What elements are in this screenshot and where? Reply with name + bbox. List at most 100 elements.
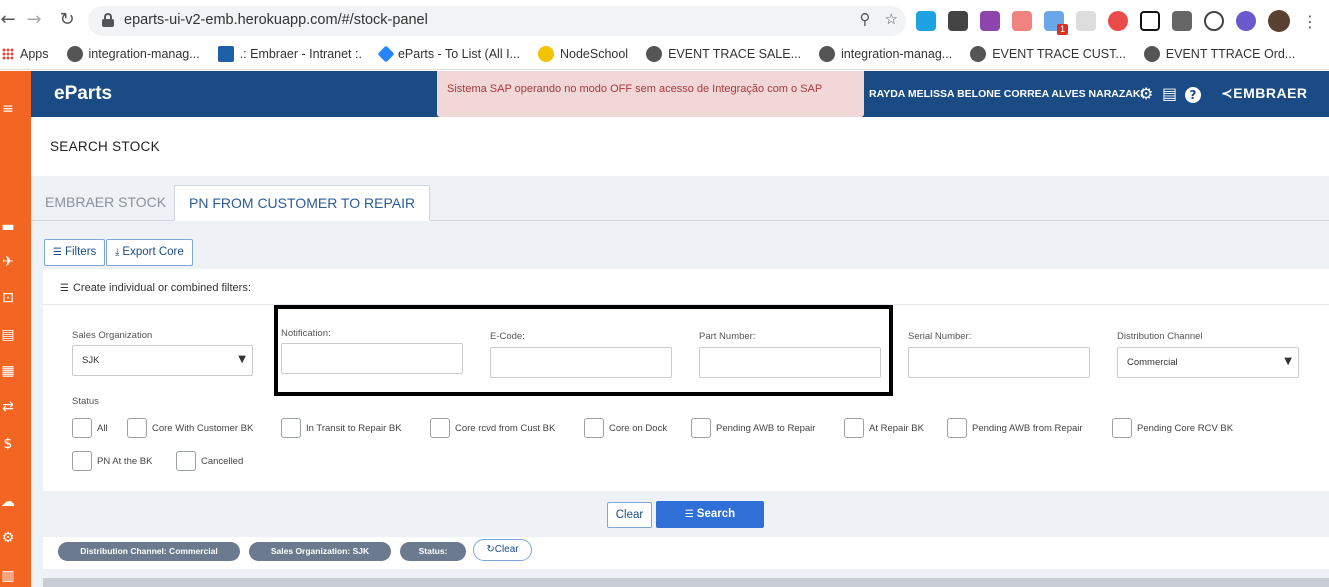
pen-extension-icon[interactable]: [1172, 11, 1192, 31]
sap-status-alert: Sistema SAP operando no modo OFF sem ace…: [437, 71, 864, 117]
hamburger-menu-icon[interactable]: ≡: [0, 101, 16, 117]
status-checkbox-core-on-dock[interactable]: [584, 418, 604, 438]
code-extension-icon[interactable]: [1204, 11, 1224, 31]
chip-distribution-channel[interactable]: Distribution Channel: Commercial: [58, 542, 240, 561]
bookmark-embraer-intranet[interactable]: .: Embraer - Intranet :.: [217, 46, 362, 62]
status-checkbox-pending-core-rcv[interactable]: [1112, 418, 1132, 438]
chip-status[interactable]: Status:: [400, 542, 466, 561]
status-checkbox-at-repair[interactable]: [844, 418, 864, 438]
profile-avatar[interactable]: [1268, 10, 1290, 32]
refresh-icon: ↻: [486, 544, 495, 555]
help-icon[interactable]: ?: [1185, 87, 1201, 103]
globe-icon: [819, 46, 836, 62]
bookmark-event-ttrace-ord[interactable]: EVENT TTRACE Ord...: [1143, 46, 1295, 62]
highlight-box: [274, 305, 893, 396]
screenshot-icon[interactable]: [1076, 11, 1096, 31]
status-checkbox-pending-awb-from-repair[interactable]: [947, 418, 967, 438]
chart-icon[interactable]: ▥: [0, 568, 16, 584]
embraer-wing-icon: ≺: [1221, 86, 1234, 102]
bookmarks-bar: Apps integration-manag... .: Embraer - I…: [0, 42, 1313, 66]
exchange-icon[interactable]: ⇄: [0, 399, 16, 415]
status-label-at-repair: At Repair BK: [869, 423, 924, 434]
lifebuoy-icon[interactable]: [1108, 11, 1128, 31]
page-title-bar: SEARCH STOCK: [31, 117, 1329, 176]
bookmark-integration-1[interactable]: integration-manag...: [66, 46, 200, 62]
search-button[interactable]: ☰ Search: [656, 501, 764, 528]
export-core-button[interactable]: ⤓ Export Core: [106, 239, 193, 266]
status-label-pending-awb-to-repair: Pending AWB to Repair: [716, 423, 816, 434]
globe-icon: [1143, 46, 1160, 62]
star-icon[interactable]: ☆: [885, 10, 898, 28]
settings-icon[interactable]: ⚙: [0, 530, 16, 546]
tab-embraer-stock[interactable]: EMBRAER STOCK: [31, 185, 180, 221]
brand-logo[interactable]: eParts: [54, 83, 112, 105]
feather-icon[interactable]: [980, 11, 1000, 31]
bookmark-eparts-list[interactable]: eParts - To List (All I...: [377, 45, 520, 63]
clear-button[interactable]: Clear: [607, 502, 652, 528]
cloud-icon[interactable]: ☁: [0, 494, 16, 510]
globe-icon: [646, 46, 663, 62]
status-checkbox-core-rcvd[interactable]: [430, 418, 450, 438]
address-bar[interactable]: eparts-ui-v2-emb.herokuapp.com/#/stock-p…: [88, 6, 906, 36]
bookmark-integration-2[interactable]: integration-manag...: [819, 46, 952, 62]
status-checkbox-core-with-customer[interactable]: [127, 418, 147, 438]
cart-icon[interactable]: ⊡: [0, 290, 16, 306]
airplane-icon[interactable]: ✈: [0, 254, 16, 270]
status-checkbox-all[interactable]: [72, 418, 92, 438]
status-checkbox-cancelled[interactable]: [176, 451, 196, 471]
extension-icon[interactable]: [916, 11, 936, 31]
document-icon[interactable]: ▤: [0, 327, 16, 343]
distribution-channel-label: Distribution Channel: [1117, 331, 1203, 342]
sales-org-select[interactable]: SJK ▼: [72, 345, 253, 376]
status-checkbox-pending-awb-to-repair[interactable]: [691, 418, 711, 438]
status-label: Status: [72, 396, 99, 407]
globe-icon: [970, 46, 987, 62]
reload-icon[interactable]: ↻: [55, 8, 79, 32]
globe-extension-icon[interactable]: 1: [1044, 11, 1068, 35]
status-label-pending-awb-from-repair: Pending AWB from Repair: [972, 423, 1083, 434]
chip-sales-organization[interactable]: Sales Organization: SJK: [249, 542, 391, 561]
distribution-channel-select[interactable]: Commercial ▼: [1117, 347, 1299, 378]
sliders-icon: ☰: [53, 247, 62, 258]
sliders-icon: ☰: [684, 509, 694, 520]
apps-grid-icon: [2, 48, 14, 60]
clear-filters-button[interactable]: ↻Clear: [473, 539, 532, 561]
status-label-pending-core-rcv: Pending Core RCV BK: [1137, 423, 1234, 434]
page-title: SEARCH STOCK: [50, 139, 160, 154]
bookmark-apps[interactable]: Apps: [2, 47, 49, 61]
url-text[interactable]: eparts-ui-v2-emb.herokuapp.com/#/stock-p…: [124, 12, 428, 28]
play-extension-icon[interactable]: [1012, 11, 1032, 31]
n-extension-icon[interactable]: [1140, 11, 1160, 31]
truck-icon[interactable]: ▬: [0, 219, 16, 235]
status-label-core-rcvd: Core rcvd from Cust BK: [455, 423, 556, 434]
status-checkbox-in-transit[interactable]: [281, 418, 301, 438]
user-name: RAYDA MELISSA BELONE CORREA ALVES NARAZA…: [869, 88, 1144, 100]
document-icon[interactable]: ▤: [1162, 84, 1177, 103]
calendar-icon[interactable]: ▦: [0, 363, 16, 379]
filters-button[interactable]: ☰ Filters: [44, 239, 106, 266]
forward-arrow-icon[interactable]: →: [22, 8, 46, 32]
selenium-icon[interactable]: [948, 11, 968, 31]
status-label-all: All: [97, 423, 108, 434]
back-arrow-icon[interactable]: ←: [0, 8, 20, 32]
check-extension-icon[interactable]: [1236, 11, 1256, 31]
status-label-core-on-dock: Core on Dock: [609, 423, 668, 434]
tab-pn-from-customer[interactable]: PN FROM CUSTOMER TO REPAIR: [174, 185, 431, 221]
gear-icon[interactable]: ⚙: [1139, 84, 1153, 103]
serial-number-label: Serial Number:: [908, 331, 972, 342]
dropdown-arrow-icon: ▼: [238, 354, 246, 365]
left-sidebar: ≡ ▬ ✈ ⊡ ▤ ▦ ⇄ $ ☁ ⚙ ▥: [0, 71, 31, 587]
dollar-icon[interactable]: $: [0, 436, 16, 452]
bookmark-event-trace-sale[interactable]: EVENT TRACE SALE...: [646, 46, 801, 62]
zoom-icon[interactable]: ⚲: [860, 10, 871, 28]
bookmark-event-trace-cust[interactable]: EVENT TRACE CUST...: [970, 46, 1126, 62]
status-checkbox-pn-at-bk[interactable]: [72, 451, 92, 471]
embraer-logo: ≺EMBRAER: [1221, 85, 1308, 102]
status-label-cancelled: Cancelled: [201, 456, 244, 467]
nodeschool-icon: [537, 46, 554, 62]
status-label-in-transit: In Transit to Repair BK: [306, 423, 402, 434]
bookmark-nodeschool[interactable]: NodeSchool: [537, 46, 628, 62]
serial-number-input[interactable]: [908, 347, 1090, 378]
menu-kebab-icon[interactable]: ⋮: [1302, 12, 1318, 31]
globe-icon: [66, 46, 83, 62]
